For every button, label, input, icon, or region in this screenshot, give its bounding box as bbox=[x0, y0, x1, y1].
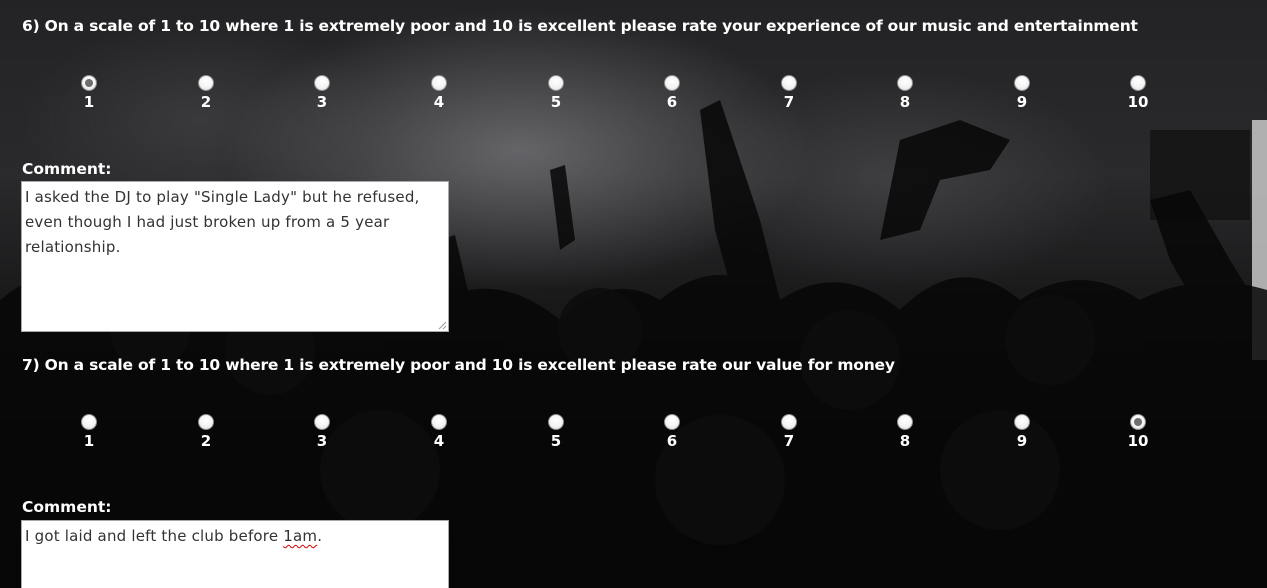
q7-option-3[interactable]: 3 bbox=[302, 414, 342, 450]
question-6-text: 6) On a scale of 1 to 10 where 1 is extr… bbox=[22, 17, 1138, 35]
q6-option-label: 7 bbox=[783, 93, 795, 111]
q7-option-label: 10 bbox=[1127, 432, 1149, 450]
q6-comment-label: Comment: bbox=[22, 160, 112, 178]
q7-option-4[interactable]: 4 bbox=[419, 414, 459, 450]
radio-unchecked-icon[interactable] bbox=[781, 414, 797, 430]
q7-option-10[interactable]: 10 bbox=[1118, 414, 1158, 450]
q6-option-3[interactable]: 3 bbox=[302, 75, 342, 111]
radio-unchecked-icon[interactable] bbox=[897, 75, 913, 91]
radio-unchecked-icon[interactable] bbox=[548, 75, 564, 91]
radio-unchecked-icon[interactable] bbox=[897, 414, 913, 430]
q7-option-label: 6 bbox=[666, 432, 678, 450]
q7-comment-textarea[interactable]: I got laid and left the club before 1am. bbox=[21, 520, 449, 588]
radio-unchecked-icon[interactable] bbox=[664, 75, 680, 91]
q6-option-label: 1 bbox=[83, 93, 95, 111]
radio-checked-icon[interactable] bbox=[81, 75, 97, 91]
question-6-rating-scale: 1 2 3 4 5 6 7 8 9 10 bbox=[0, 75, 1267, 115]
q7-option-5[interactable]: 5 bbox=[536, 414, 576, 450]
radio-unchecked-icon[interactable] bbox=[781, 75, 797, 91]
q6-option-label: 3 bbox=[316, 93, 328, 111]
q7-option-label: 2 bbox=[200, 432, 212, 450]
q7-comment-text-part: . bbox=[317, 527, 323, 545]
q7-comment-text: I got laid and left the club before 1am. bbox=[25, 527, 322, 545]
radio-unchecked-icon[interactable] bbox=[431, 414, 447, 430]
q6-option-label: 6 bbox=[666, 93, 678, 111]
q6-option-label: 9 bbox=[1016, 93, 1028, 111]
q6-option-8[interactable]: 8 bbox=[885, 75, 925, 111]
q6-option-5[interactable]: 5 bbox=[536, 75, 576, 111]
q7-option-1[interactable]: 1 bbox=[69, 414, 109, 450]
radio-unchecked-icon[interactable] bbox=[1014, 75, 1030, 91]
q7-option-label: 4 bbox=[433, 432, 445, 450]
q6-option-4[interactable]: 4 bbox=[419, 75, 459, 111]
q7-option-label: 7 bbox=[783, 432, 795, 450]
q6-option-label: 4 bbox=[433, 93, 445, 111]
radio-unchecked-icon[interactable] bbox=[198, 75, 214, 91]
q7-comment-label: Comment: bbox=[22, 498, 112, 516]
radio-unchecked-icon[interactable] bbox=[1014, 414, 1030, 430]
q7-option-label: 3 bbox=[316, 432, 328, 450]
resize-grip-icon[interactable] bbox=[438, 321, 447, 330]
q7-option-8[interactable]: 8 bbox=[885, 414, 925, 450]
q6-option-2[interactable]: 2 bbox=[186, 75, 226, 111]
q7-option-label: 5 bbox=[550, 432, 562, 450]
q7-option-9[interactable]: 9 bbox=[1002, 414, 1042, 450]
q7-option-2[interactable]: 2 bbox=[186, 414, 226, 450]
radio-unchecked-icon[interactable] bbox=[198, 414, 214, 430]
question-7-rating-scale: 1 2 3 4 5 6 7 8 9 10 bbox=[0, 414, 1267, 454]
q6-option-10[interactable]: 10 bbox=[1118, 75, 1158, 111]
radio-checked-icon[interactable] bbox=[1130, 414, 1146, 430]
q6-option-9[interactable]: 9 bbox=[1002, 75, 1042, 111]
q7-option-6[interactable]: 6 bbox=[652, 414, 692, 450]
q6-option-label: 8 bbox=[899, 93, 911, 111]
q6-option-label: 5 bbox=[550, 93, 562, 111]
radio-unchecked-icon[interactable] bbox=[314, 414, 330, 430]
q7-option-label: 1 bbox=[83, 432, 95, 450]
q6-option-label: 2 bbox=[200, 93, 212, 111]
q6-option-6[interactable]: 6 bbox=[652, 75, 692, 111]
radio-unchecked-icon[interactable] bbox=[314, 75, 330, 91]
q6-option-7[interactable]: 7 bbox=[769, 75, 809, 111]
q6-comment-textarea[interactable]: I asked the DJ to play "Single Lady" but… bbox=[21, 181, 449, 332]
radio-unchecked-icon[interactable] bbox=[431, 75, 447, 91]
q6-option-label: 10 bbox=[1127, 93, 1149, 111]
radio-unchecked-icon[interactable] bbox=[664, 414, 680, 430]
q7-option-7[interactable]: 7 bbox=[769, 414, 809, 450]
q7-option-label: 9 bbox=[1016, 432, 1028, 450]
q6-option-1[interactable]: 1 bbox=[69, 75, 109, 111]
radio-unchecked-icon[interactable] bbox=[81, 414, 97, 430]
q7-option-label: 8 bbox=[899, 432, 911, 450]
radio-unchecked-icon[interactable] bbox=[1130, 75, 1146, 91]
q7-comment-text-part: I got laid and left the club before bbox=[25, 527, 284, 545]
radio-unchecked-icon[interactable] bbox=[548, 414, 564, 430]
question-7-text: 7) On a scale of 1 to 10 where 1 is extr… bbox=[22, 356, 895, 374]
spellcheck-flagged-word: 1am bbox=[283, 527, 318, 545]
q6-comment-text: I asked the DJ to play "Single Lady" but… bbox=[25, 188, 420, 256]
